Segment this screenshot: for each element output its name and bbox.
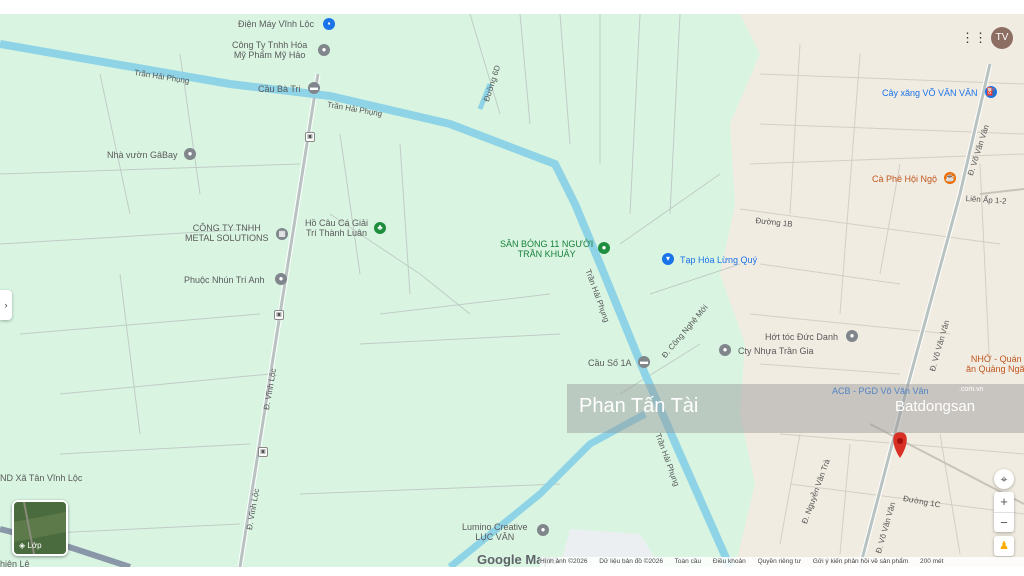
my-location-button[interactable]: ⌖ (994, 469, 1014, 489)
poi-nho-quan-label[interactable]: NHỚ - Quán ăn Quảng Ngãi (966, 354, 1024, 374)
avatar[interactable]: TV (991, 27, 1013, 49)
shopping-icon[interactable]: ▪ (323, 18, 335, 30)
bridge-icon[interactable]: ▬ (308, 82, 320, 94)
bus-stop-icon[interactable]: ▣ (258, 447, 268, 457)
gas-station-icon[interactable]: ⛽ (985, 86, 997, 98)
business-icon[interactable]: ▦ (276, 228, 288, 240)
poi-cau-so-label[interactable]: Cầu Số 1A (588, 358, 632, 368)
stadium-icon[interactable]: ● (598, 242, 610, 254)
place-icon[interactable]: ● (275, 273, 287, 285)
terms-link[interactable]: Điều khoản (713, 558, 746, 565)
poi-phuoc-nhun-label[interactable]: Phuộc Nhún Trí Anh (184, 275, 265, 285)
poi-san-bong-label[interactable]: SÂN BÓNG 11 NGƯỜI TRẦN KHUÂY (500, 239, 593, 259)
watermark-banner: Phan Tấn Tài Batdongsan .com.vn (567, 384, 1024, 433)
cart-icon[interactable]: ▾ (662, 253, 674, 265)
map-base-layer (0, 14, 1024, 567)
poi-tap-hoa-label[interactable]: Tạp Hóa Lừng Quý (680, 255, 757, 265)
map-canvas[interactable]: Điện Máy Vĩnh Lộc ▪ Công Ty Tnhh Hóa Mỹ … (0, 14, 1024, 567)
poi-ho-cau-label[interactable]: Hồ Câu Cá Giải Trí Thành Luân (305, 218, 368, 238)
poi-cty-nhua-label[interactable]: Cty Nhựa Trần Gia (738, 346, 814, 356)
place-icon[interactable]: ● (184, 148, 196, 160)
place-icon[interactable]: ● (537, 524, 549, 536)
pegman-icon[interactable]: ♟ (994, 536, 1014, 556)
zoom-out-button[interactable]: − (994, 512, 1014, 533)
poi-hot-toc-label[interactable]: Hớt tóc Đức Danh (765, 332, 838, 342)
layers-icon: ◈ (19, 541, 26, 550)
poi-ca-phe-label[interactable]: Cà Phê Hội Ngộ (872, 174, 937, 184)
layer-switcher-button[interactable]: ◈ Lớp (12, 500, 68, 556)
bus-stop-icon[interactable]: ▣ (305, 132, 315, 142)
canal-tran-hai-phung (0, 40, 734, 567)
crosshair-icon: ⌖ (1000, 472, 1008, 486)
cafe-icon[interactable]: ☕ (944, 172, 956, 184)
imagery-credit: Hình ảnh ©2026 (540, 558, 588, 565)
poi-my-pham-label[interactable]: Công Ty Tnhh Hóa Mỹ Phẩm Mỹ Hảo (232, 40, 307, 60)
poi-cau-ba-tri-label[interactable]: Cầu Bà Tri (258, 84, 301, 94)
poi-nha-vuon-label[interactable]: Nhà vườn GâBay (107, 150, 177, 160)
poi-dien-may-label[interactable]: Điện Máy Vĩnh Lộc (238, 19, 314, 29)
bridge-icon[interactable]: ▬ (638, 356, 650, 368)
watermark-name: Phan Tấn Tài (579, 395, 699, 417)
scale-label[interactable]: 200 mét (920, 558, 944, 565)
global-link[interactable]: Toàn cầu (675, 558, 701, 565)
urban-area (720, 14, 1024, 567)
privacy-link[interactable]: Quyền riêng tư (758, 558, 801, 565)
bus-stop-icon[interactable]: ▣ (274, 310, 284, 320)
place-icon[interactable]: ● (719, 344, 731, 356)
map-data-credit: Dữ liệu bản đồ ©2026 (599, 558, 663, 565)
poi-hien-le-label[interactable]: hiện Lệ (0, 559, 30, 567)
apps-grid-icon[interactable]: ⋮⋮ (961, 30, 987, 46)
poi-lumino-label[interactable]: Lumino Creative LỤC VÂN (462, 522, 528, 542)
layer-label: ◈ Lớp (19, 541, 42, 550)
place-icon[interactable]: ● (846, 330, 858, 342)
poi-ubnd-label[interactable]: ND Xã Tân Vĩnh Lộc (0, 473, 82, 483)
watermark-domain: .com.vn (959, 386, 984, 393)
poi-cay-xang-label[interactable]: Cây xăng VÕ VĂN VÂN (882, 88, 978, 98)
zoom-controls: + − (994, 492, 1014, 532)
watermark-brand: Batdongsan (895, 398, 976, 415)
attribution-bar: Hình ảnh ©2026 Dữ liệu bản đồ ©2026 Toàn… (540, 557, 1024, 567)
park-icon[interactable]: ♣ (374, 222, 386, 234)
zoom-in-button[interactable]: + (994, 492, 1014, 512)
feedback-link[interactable]: Gửi ý kiến phản hồi về sản phẩm (813, 558, 908, 565)
poi-metal-label[interactable]: CÔNG TY TNHH METAL SOLUTIONS (185, 223, 269, 243)
expand-panel-button[interactable]: › (0, 290, 12, 320)
place-icon[interactable]: ● (318, 44, 330, 56)
